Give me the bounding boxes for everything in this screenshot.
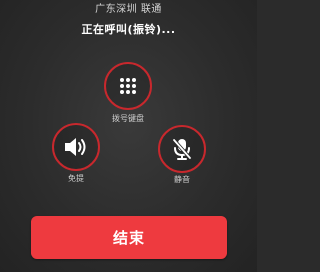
mic-muted-icon [172, 138, 192, 160]
speaker-button[interactable] [52, 123, 100, 171]
dialpad-icon [120, 78, 136, 94]
mute-label: 静音 [174, 175, 190, 184]
speaker-label: 免提 [68, 174, 84, 183]
end-call-button[interactable]: 结束 [31, 216, 227, 259]
dialpad-button[interactable] [104, 62, 152, 110]
dialpad-label: 拨号键盘 [112, 114, 144, 123]
call-status: 正在呼叫(振铃)... [81, 23, 176, 36]
caller-location: 广东深圳 联通 [95, 4, 162, 15]
speaker-icon [65, 138, 86, 156]
call-screen: 广东深圳 联通 正在呼叫(振铃)... 拨号键盘 免提 静音 结束 [0, 0, 257, 272]
mute-button[interactable] [158, 125, 206, 173]
